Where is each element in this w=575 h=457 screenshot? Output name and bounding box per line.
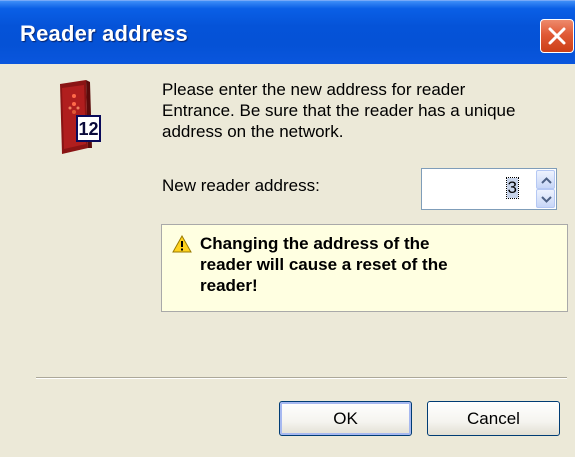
instruction-line: Entrance. Be sure that the reader has a … bbox=[162, 101, 516, 120]
spin-up-button[interactable] bbox=[536, 170, 555, 189]
spin-down-button[interactable] bbox=[536, 189, 555, 208]
cancel-button[interactable]: Cancel bbox=[427, 401, 560, 436]
device-number: 12 bbox=[78, 119, 98, 139]
separator bbox=[36, 377, 567, 379]
new-address-label: New reader address: bbox=[162, 176, 320, 195]
reader-address-dialog: Reader address 12 Please enter the new a… bbox=[0, 0, 575, 457]
chevron-down-icon bbox=[541, 196, 552, 203]
warning-panel: Changing the address of the reader will … bbox=[161, 224, 568, 312]
ok-button[interactable]: OK bbox=[279, 401, 412, 436]
card-reader-icon: 12 bbox=[50, 80, 118, 156]
warning-line: reader will cause a reset of the bbox=[200, 255, 448, 274]
close-icon bbox=[548, 27, 566, 45]
dialog-title: Reader address bbox=[20, 21, 188, 46]
warning-icon bbox=[172, 235, 192, 253]
instruction-line: address on the network. bbox=[162, 122, 344, 141]
chevron-up-icon bbox=[541, 177, 552, 184]
instruction-text: Please enter the new address for reader … bbox=[162, 79, 572, 142]
warning-line: Changing the address of the bbox=[200, 234, 430, 253]
address-value[interactable]: 3 bbox=[505, 177, 520, 199]
title-bar[interactable]: Reader address bbox=[0, 0, 575, 64]
instruction-line: Please enter the new address for reader bbox=[162, 80, 466, 99]
spinner-buttons bbox=[536, 170, 555, 208]
warning-line: reader! bbox=[200, 276, 258, 295]
address-spinner[interactable]: 3 bbox=[421, 168, 557, 210]
close-button[interactable] bbox=[540, 19, 574, 53]
warning-text: Changing the address of the reader will … bbox=[200, 233, 448, 296]
